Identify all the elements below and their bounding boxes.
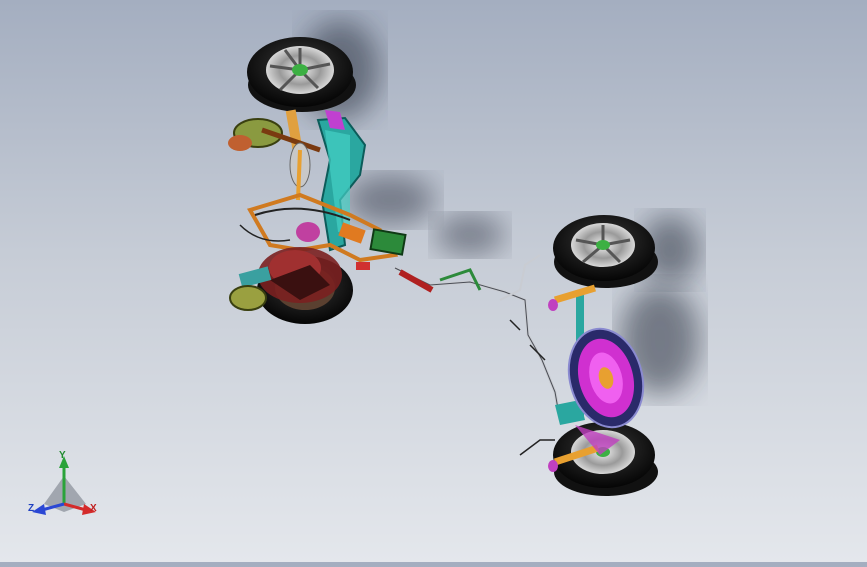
y-axis-label: Y xyxy=(59,450,66,461)
3d-viewport[interactable] xyxy=(0,0,867,562)
front-left-suspension xyxy=(228,118,321,201)
z-axis-label: Z xyxy=(28,503,35,514)
axis-triad: Y X Z xyxy=(22,448,106,524)
rear-left-wheel xyxy=(553,215,658,288)
brake-lines xyxy=(394,254,562,456)
x-axis-label: X xyxy=(90,503,97,514)
chassis-model[interactable] xyxy=(0,0,867,562)
model-shadows xyxy=(300,20,700,395)
